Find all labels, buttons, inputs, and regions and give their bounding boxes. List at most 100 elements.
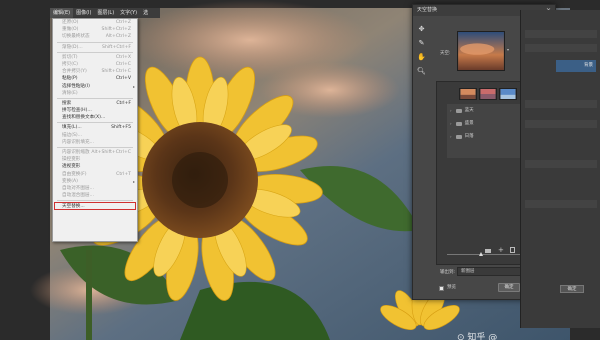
- folder-sunset[interactable]: › 日落: [447, 130, 521, 143]
- menu-edit[interactable]: 编辑(E): [50, 8, 74, 18]
- output-to-label: 输出到:: [440, 270, 456, 275]
- menu-item-label: 透视变形: [62, 164, 81, 170]
- hand-tool-icon[interactable]: ✋: [417, 53, 426, 62]
- chevron-right-icon: ›: [450, 134, 452, 139]
- chevron-down-icon[interactable]: ▾: [507, 47, 509, 52]
- chevron-right-icon: ▸: [132, 83, 135, 89]
- preset-folder-list: › 蓝天 › 盛景 › 日落: [447, 104, 521, 158]
- menu-item-label: 拷贝(C): [62, 61, 78, 67]
- menu-item-label: 合并拷贝(Y): [62, 69, 87, 75]
- edit-menu-item: 自由变换(F) Ctrl+T: [53, 171, 137, 178]
- menu-item-label: 重做(O): [62, 27, 79, 33]
- watermark: ⊙ 知乎 @: [457, 333, 498, 340]
- menu-item-label: 粘贴(P): [62, 76, 78, 82]
- zoom-tool-icon[interactable]: 🔍︎: [417, 67, 426, 76]
- menu-item-label: 查找和替换文本(X)...: [62, 115, 106, 121]
- sky-label: 天空:: [440, 51, 451, 56]
- sky-preview-thumbnail[interactable]: [457, 31, 505, 71]
- folder-icon: [455, 108, 462, 113]
- chevron-right-icon: ›: [450, 108, 452, 113]
- edit-dropdown-menu: 还原(O) Ctrl+Z 重做(O) Shift+Ctrl+Z 切换最终状态 Alt+Ct…: [52, 18, 138, 242]
- panel-row: [525, 200, 597, 208]
- edit-menu-item: 操控变形: [53, 156, 137, 163]
- edit-menu-item: 自动对齐图层...: [53, 185, 137, 192]
- picker-footer: +: [437, 246, 531, 258]
- panel-row: [525, 120, 597, 128]
- sky-preset-thumbnail[interactable]: [459, 88, 477, 100]
- menu-item-label: 内容识别填充...: [62, 139, 94, 145]
- menu-item-shortcut: Ctrl+Z: [115, 20, 131, 25]
- menu-item-label: 渐隐(D)...: [62, 44, 83, 50]
- sky-preset-thumbnail[interactable]: [479, 88, 497, 100]
- sky-preset-thumbnail[interactable]: [499, 88, 517, 100]
- menu-separator: [57, 200, 133, 202]
- edit-menu-item[interactable]: 选择性粘贴(I) ▸: [53, 83, 137, 90]
- folder-icon: [455, 121, 462, 126]
- folder-label: 蓝天: [464, 108, 474, 113]
- new-folder-icon[interactable]: [485, 249, 491, 253]
- menu-layer[interactable]: 图层(L): [94, 8, 117, 18]
- ok-button[interactable]: 确定: [498, 283, 520, 292]
- menu-item-shortcut: Shift+Ctrl+F: [102, 44, 131, 50]
- menu-item-shortcut: Shift+Ctrl+Z: [101, 27, 131, 33]
- menu-item-shortcut: Ctrl+T: [116, 171, 131, 177]
- menu-item-label: 选择性粘贴(I): [62, 83, 90, 89]
- edit-menu-item[interactable]: 粘贴(P) Ctrl+V: [53, 75, 137, 82]
- menu-item-sky-replacement[interactable]: 天空替换...: [54, 202, 136, 210]
- right-side-panels: [520, 10, 600, 328]
- menu-item-label: 自由变换(F): [62, 171, 87, 177]
- add-icon[interactable]: +: [498, 246, 504, 254]
- chevron-right-icon: ›: [450, 121, 452, 126]
- menu-item-label: 还原(O): [62, 20, 79, 25]
- menu-separator: [57, 41, 133, 43]
- edit-menu-item: 重做(O) Shift+Ctrl+Z: [53, 26, 137, 33]
- menu-separator: [57, 122, 133, 124]
- edit-menu-item[interactable]: 透视变形: [53, 163, 137, 170]
- edit-menu-item: 合并拷贝(Y) Shift+Ctrl+C: [53, 68, 137, 75]
- chevron-right-icon: ▸: [132, 178, 135, 184]
- edit-menu-item[interactable]: 填充(L)... Shift+F5: [53, 124, 137, 131]
- menu-separator: [57, 51, 133, 53]
- brush-tool-icon[interactable]: ✎: [417, 39, 426, 48]
- preview-checkbox[interactable]: [439, 286, 444, 291]
- menu-item-label: 内容识别缩放: [62, 150, 90, 155]
- menu-select[interactable]: 选: [140, 8, 151, 18]
- edit-menu-item[interactable]: 查找和替换文本(X)...: [53, 114, 137, 121]
- menu-item-shortcut: Shift+F5: [111, 125, 131, 131]
- menu-item-shortcut: Shift+Ctrl+C: [101, 69, 131, 75]
- edit-menu-item: 内容识别缩放 Alt+Shift+Ctrl+C: [53, 149, 137, 156]
- menu-item-label: 切换最终状态: [62, 34, 90, 40]
- menu-bar: 编辑(E) 图像(I) 图层(L) 文字(Y) 选: [50, 8, 160, 18]
- menu-item-shortcut: Alt+Shift+Ctrl+C: [91, 150, 131, 155]
- menu-separator: [57, 147, 133, 148]
- folder-icon: [455, 134, 462, 139]
- menu-item-shortcut: Ctrl+F: [116, 100, 131, 106]
- edit-menu-item: 剪切(T) Ctrl+X: [53, 54, 137, 61]
- menu-item-shortcut: Ctrl+X: [115, 54, 131, 60]
- panel-ok-button[interactable]: 确定: [560, 285, 584, 293]
- menu-image[interactable]: 图像(I): [73, 8, 94, 18]
- edit-menu-item[interactable]: 搜索 Ctrl+F: [53, 100, 137, 107]
- edit-menu-item: 渐隐(D)... Shift+Ctrl+F: [53, 44, 137, 51]
- menu-item-shortcut: Ctrl+C: [115, 61, 131, 67]
- edit-menu-item: 变换(A) ▸: [53, 178, 137, 185]
- output-to-value: 新图层: [461, 269, 475, 274]
- panel-row: [525, 160, 597, 168]
- panel-row: [525, 44, 597, 52]
- menu-item-label: 搜索: [62, 100, 72, 106]
- folder-label: 盛景: [464, 121, 474, 126]
- menu-item-label: 自动对齐图层...: [62, 185, 94, 191]
- move-tool-icon[interactable]: ✥: [417, 25, 426, 34]
- folder-spectacular[interactable]: › 盛景: [447, 117, 521, 130]
- edit-menu-item: 自动混合图层...: [53, 192, 137, 199]
- menu-type[interactable]: 文字(Y): [117, 8, 140, 18]
- menu-item-label: 剪切(T): [62, 54, 78, 60]
- menu-item-shortcut: Alt+Ctrl+Z: [105, 34, 131, 40]
- menu-item-label: 自动混合图层...: [62, 193, 94, 199]
- panel-row: [525, 30, 597, 38]
- edit-menu-item[interactable]: 拼写检查(H)...: [53, 107, 137, 114]
- trash-icon[interactable]: [510, 247, 515, 253]
- dialog-toolbar: ✥ ✎ ✋ 🔍︎: [417, 25, 427, 81]
- folder-blue-sky[interactable]: › 蓝天: [447, 104, 521, 117]
- edit-menu-item: 拷贝(C) Ctrl+C: [53, 61, 137, 68]
